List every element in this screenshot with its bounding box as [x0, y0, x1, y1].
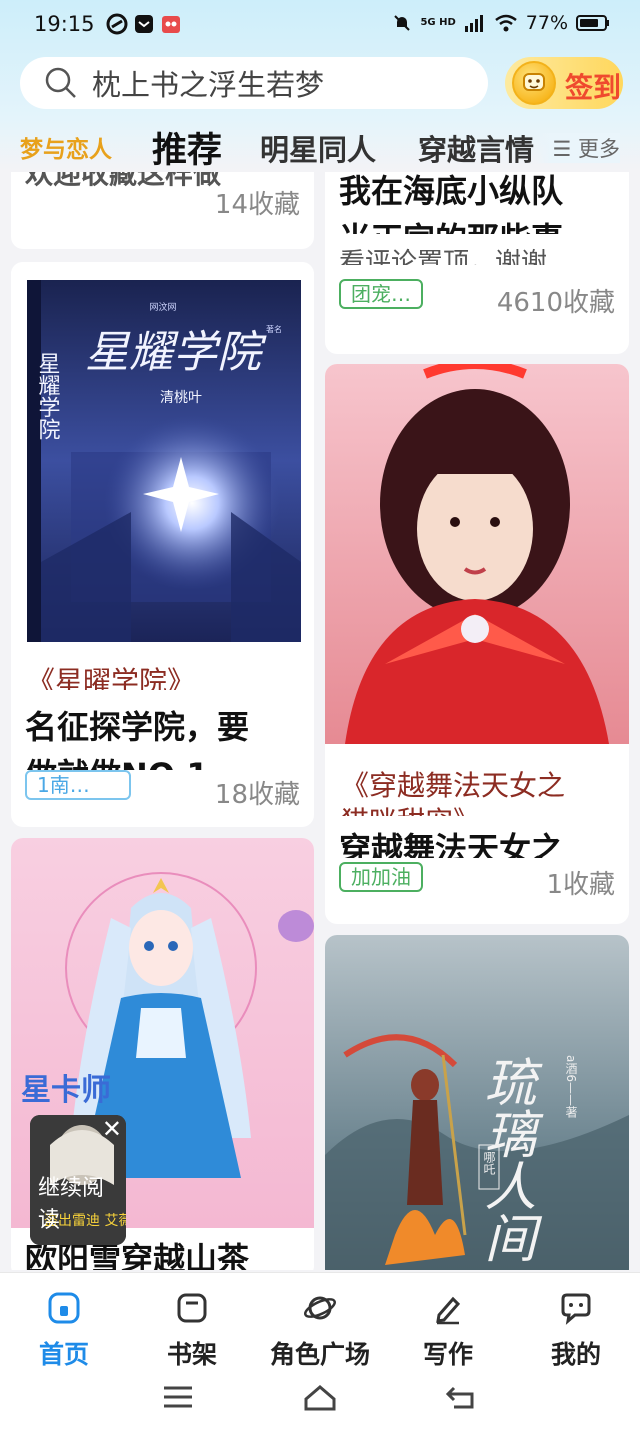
svg-text:清桃叶: 清桃叶: [160, 390, 202, 406]
nav-write-label: 写作: [422, 1340, 473, 1369]
wifi-icon: [494, 14, 517, 32]
book-feed[interactable]: 欢迎收藏这样做 14收藏 我在海底小纵队 当正宫的那些事 看评论置顶，谢谢 团宠…: [0, 172, 640, 1270]
battery-percent: 77%: [525, 12, 568, 34]
book-quote: 《穿越舞法天女之: [341, 769, 566, 802]
book-card[interactable]: 我在海底小纵队 当正宫的那些事 看评论置顶，谢谢 团宠… 4610收藏: [325, 172, 629, 354]
mute-icon: [394, 15, 411, 31]
search-bar[interactable]: 枕上书之浮生若梦: [20, 57, 488, 109]
book-card[interactable]: 网汶网 著名 星耀学院 清桃叶 星耀学院 《星曜学院》 名征探学院，要 做就做N…: [11, 262, 314, 827]
nav-profile-label: 我的: [550, 1340, 601, 1369]
book-title-partial: 欢迎收藏这样做: [25, 172, 222, 190]
signin-mascot-icon: [512, 61, 556, 105]
favorite-count: 1收藏: [546, 870, 615, 900]
more-categories-button[interactable]: ☰ 更多: [536, 133, 620, 163]
book-cover: [325, 364, 629, 744]
book-card[interactable]: 《穿越舞法天女之 猫咪甜宠》 穿越舞法天女之 加加油 1收藏: [325, 364, 629, 924]
search-placeholder: 枕上书之浮生若梦: [92, 68, 325, 102]
book-cover: 网汶网 著名 星耀学院 清桃叶 星耀学院: [11, 262, 314, 652]
pen-icon: [436, 1296, 461, 1325]
tab-time-travel-romance[interactable]: 穿越言情: [418, 127, 534, 169]
book-title: 我在海底小纵队: [339, 172, 564, 210]
tab-recommend[interactable]: 推荐: [152, 122, 222, 173]
nav-home-label: 首页: [38, 1340, 89, 1369]
menu-icon[interactable]: [160, 1383, 196, 1411]
book-tag: 1南…: [25, 770, 131, 800]
svg-text:星耀学院: 星耀学院: [35, 352, 61, 440]
back-icon[interactable]: [444, 1383, 480, 1411]
nav-character-square[interactable]: 角色广场: [265, 1291, 375, 1371]
svg-text:星卡师: 星卡师: [21, 1073, 111, 1108]
signal-icon: [464, 15, 483, 32]
svg-text:星耀学院: 星耀学院: [85, 327, 267, 378]
network-type: 5G HD: [420, 17, 456, 28]
favorite-count: 18收藏: [214, 780, 300, 810]
status-right: 5G HD 77%: [392, 12, 610, 34]
book-cover: 琉璃人间 a酒6——著 哪吒: [325, 935, 629, 1270]
status-time: 19:15: [34, 12, 95, 36]
book-quote: 《星曜学院》: [27, 665, 196, 698]
book-card[interactable]: 欢迎收藏这样做 14收藏: [11, 172, 314, 249]
favorite-count: 4610收藏: [496, 288, 615, 318]
link-icon: [106, 13, 128, 35]
nav-bookshelf-label: 书架: [166, 1340, 217, 1369]
book-tag: 团宠…: [339, 279, 423, 309]
tab-dream-lover[interactable]: 梦与恋人: [20, 130, 112, 164]
nav-profile[interactable]: 我的: [521, 1291, 631, 1371]
continue-reading-widget[interactable]: 盗出雷迪 艾薇 ✕ 继续阅读: [30, 1115, 126, 1245]
nav-home[interactable]: 首页: [9, 1291, 119, 1371]
chat-bubble-icon: [561, 1293, 591, 1325]
book-tag: 加加油: [339, 862, 423, 892]
favorite-count: 14收藏: [214, 190, 300, 220]
svg-text:哪吒: 哪吒: [482, 1151, 496, 1175]
signin-button[interactable]: 签到: [505, 57, 623, 109]
svg-text:a酒6——著: a酒6——著: [564, 1055, 578, 1119]
cover-art-image: 网汶网 著名 星耀学院 清桃叶 星耀学院: [27, 280, 301, 642]
cover-art-image: 琉璃人间 a酒6——著 哪吒: [325, 935, 629, 1270]
planet-icon: [304, 1296, 336, 1320]
book-title: 名征探学院，要: [25, 708, 250, 746]
nav-character-square-label: 角色广场: [269, 1340, 370, 1369]
continue-reading-label: 继续阅读: [38, 1176, 105, 1233]
close-widget-icon[interactable]: ✕: [102, 1115, 122, 1143]
svg-text:著名: 著名: [266, 324, 282, 334]
home-button-icon[interactable]: [302, 1383, 338, 1411]
battery-icon: [576, 15, 609, 31]
nav-bookshelf[interactable]: 书架: [137, 1291, 247, 1371]
book-description: 看评论置顶，谢谢: [339, 248, 548, 278]
search-icon: [45, 67, 76, 98]
nav-write[interactable]: 写作: [393, 1291, 503, 1371]
book-card[interactable]: 琉璃人间 a酒6——著 哪吒: [325, 935, 629, 1270]
app-notification-icon: [162, 16, 180, 33]
tab-celebrity-fanfic[interactable]: 明星同人: [260, 127, 376, 169]
status-bar: 19:15 5G HD 77%: [0, 0, 640, 50]
signin-label: 签到: [565, 71, 622, 104]
svg-text:网汶网: 网汶网: [149, 301, 176, 313]
cover-art-image: [325, 364, 629, 744]
message-app-icon: [135, 15, 153, 33]
home-icon: [48, 1292, 80, 1324]
bookshelf-icon: [177, 1293, 207, 1323]
